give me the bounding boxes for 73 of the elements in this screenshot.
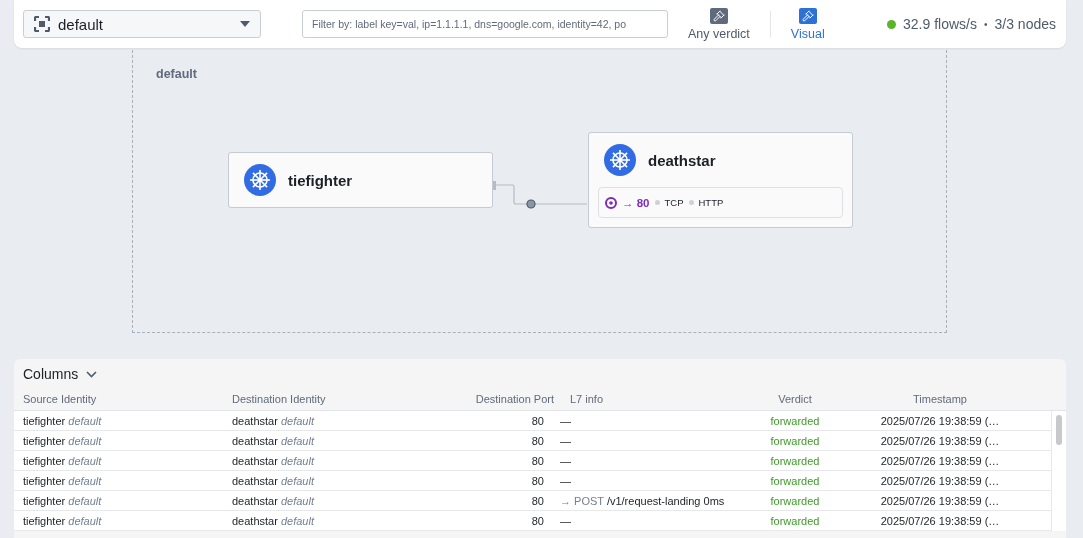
port-cell-text: 80	[530, 454, 545, 467]
timestamp-cell-text: 2025/07/26 19:38:59 (…	[879, 474, 1001, 487]
timestamp-cell-text: 2025/07/26 19:38:59 (…	[879, 514, 1001, 527]
destination-cell-text: deathstar default	[232, 414, 316, 427]
l7-info-cell-text: → POST /v1/request-landing 0ms	[559, 494, 726, 507]
flow-row[interactable]: tiefighter default deathstar default 80 → POST /v1/request-landing 0ms forwarded 2025/07/26 19:38:59 (…	[14, 491, 1051, 511]
service-name: deathstar	[648, 151, 716, 169]
column-header: Verdict	[777, 393, 813, 405]
l7-info-cell-text: —	[559, 474, 572, 487]
port-cell-text: 80	[530, 514, 545, 527]
gavel-icon	[798, 7, 817, 24]
separator-dot: •	[984, 18, 988, 30]
destination-cell-text: deathstar default	[232, 474, 316, 487]
caret-icon	[240, 21, 250, 27]
node-count: 3/3 nodes	[994, 16, 1056, 32]
source-cell-text: tiefighter default	[23, 474, 103, 487]
verdict-cell-text: forwarded	[769, 514, 821, 527]
timestamp-cell-text: 2025/07/26 19:38:59 (…	[879, 494, 1001, 507]
flow-row[interactable]: tiefighter default deathstar default 80 — forwarded 2025/07/26 19:38:59 (…	[14, 511, 1051, 531]
columns-button[interactable]: Columns	[14, 359, 107, 388]
l7-info-cell-text: —	[559, 454, 572, 467]
namespace-label: default	[156, 67, 197, 81]
protocol-label: HTTP	[698, 197, 724, 208]
timestamp-cell-text: 2025/07/26 19:38:59 (…	[879, 414, 1001, 427]
column-header: Timestamp	[912, 393, 968, 405]
verdict-cell-text: forwarded	[769, 494, 821, 507]
source-cell-text: tiefighter default	[23, 414, 103, 427]
scrollbar[interactable]	[1051, 411, 1066, 531]
namespace-icon	[34, 16, 50, 32]
gavel-icon	[709, 7, 728, 24]
port-cell-text: 80	[530, 414, 545, 427]
port-target-icon	[605, 196, 617, 209]
column-header: Source Identity	[23, 393, 98, 405]
flow-row[interactable]: tiefighter default deathstar default 80 — forwarded 2025/07/26 19:38:59 (…	[14, 451, 1051, 471]
verdict-cell-text: forwarded	[769, 414, 821, 427]
flow-row[interactable]: tiefighter default deathstar default 80 — forwarded 2025/07/26 19:38:59 (…	[14, 431, 1051, 451]
destination-cell-text: deathstar default	[232, 434, 316, 447]
l7-info-cell-text: —	[559, 514, 572, 527]
view-toggle[interactable]: Visual	[790, 7, 825, 41]
column-header: Destination Port	[474, 393, 554, 405]
helm-wheel-icon	[604, 144, 636, 176]
column-header: L7 info	[569, 393, 605, 405]
source-cell-text: tiefighter default	[23, 514, 103, 527]
timestamp-cell-text: 2025/07/26 19:38:59 (…	[879, 454, 1001, 467]
service-name: tiefighter	[288, 171, 353, 189]
timestamp-cell-text: 2025/07/26 19:38:59 (…	[879, 434, 1001, 447]
verdict-cell-text: forwarded	[769, 454, 821, 467]
service-card[interactable]: deathstar → 80 TCP HTTP	[588, 132, 853, 228]
flow-rate: 32.9 flows/s	[903, 16, 977, 32]
chevron-down-icon	[86, 370, 98, 378]
helm-wheel-icon	[244, 164, 276, 196]
destination-cell-text: deathstar default	[232, 514, 316, 527]
service-card[interactable]: tiefighter	[228, 152, 493, 208]
verdict-cell-text: forwarded	[769, 434, 821, 447]
source-cell-text: tiefighter default	[23, 434, 103, 447]
namespace-select[interactable]: default	[23, 10, 261, 38]
column-header: Destination Identity	[232, 393, 327, 405]
protocol-label: TCP	[664, 197, 684, 208]
port-number: → 80	[622, 196, 650, 209]
destination-cell-text: deathstar default	[232, 494, 316, 507]
source-cell-text: tiefighter default	[23, 454, 103, 467]
port-cell-text: 80	[530, 494, 545, 507]
view-toggle[interactable]: Any verdict	[688, 7, 750, 41]
l7-info-cell-text: —	[559, 414, 572, 427]
source-cell-text: tiefighter default	[23, 494, 103, 507]
flow-row[interactable]: tiefighter default deathstar default 80 — forwarded 2025/07/26 19:38:59 (…	[14, 471, 1051, 491]
destination-cell-text: deathstar default	[232, 454, 316, 467]
l7-info-cell-text: —	[559, 434, 572, 447]
verdict-cell-text: forwarded	[769, 474, 821, 487]
port-cell-text: 80	[530, 474, 545, 487]
filter-field[interactable]: Filter by: label key=val, ip=1.1.1.1, dns=google.com, identity=42, po	[302, 10, 668, 38]
port-cell-text: 80	[530, 434, 545, 447]
flow-row[interactable]: tiefighter default deathstar default 80 — forwarded 2025/07/26 19:38:59 (…	[14, 411, 1051, 431]
